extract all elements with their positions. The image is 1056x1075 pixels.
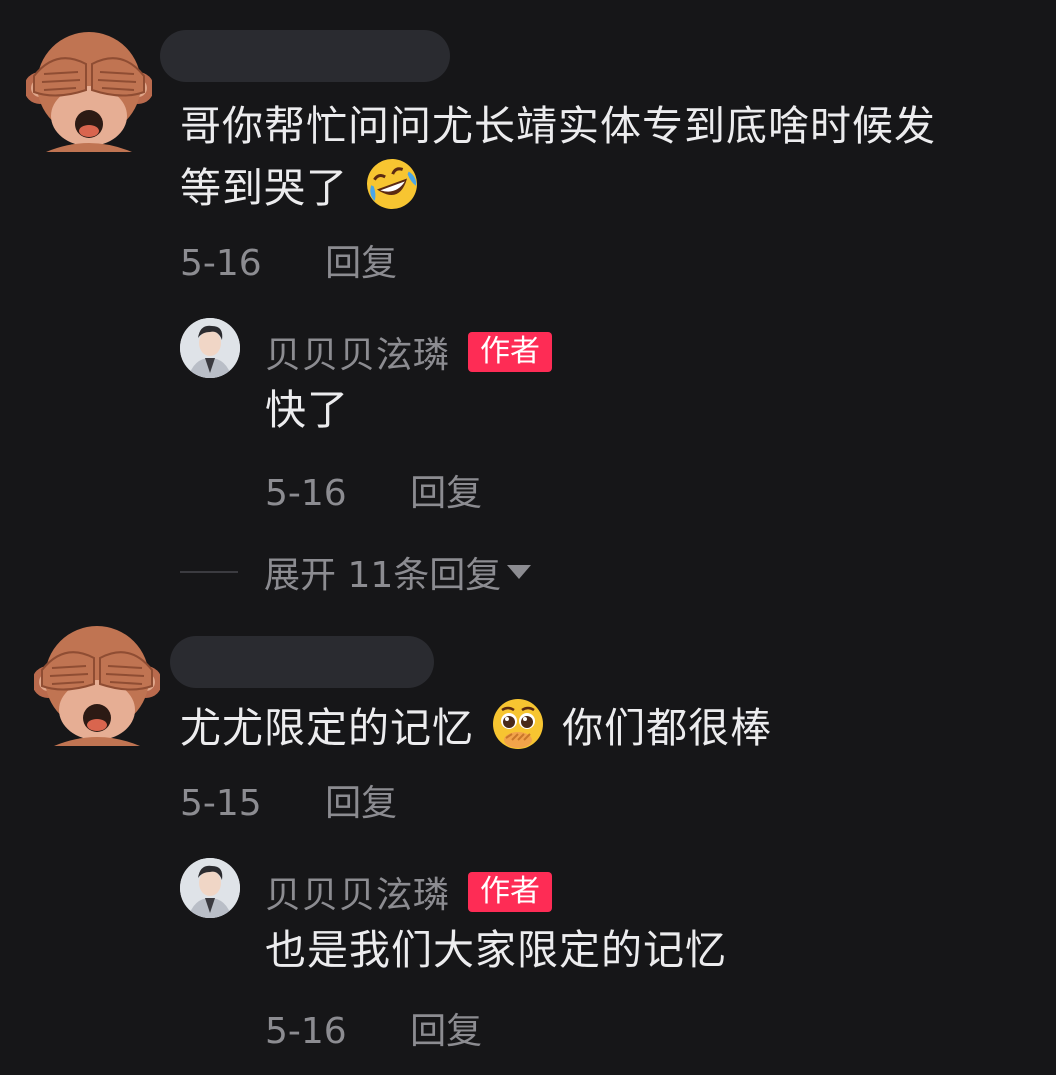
- comment-text-line1: 哥你帮忙问问尤长靖实体专到底啥时候发: [180, 102, 936, 150]
- comment-meta: 5-15 回复: [180, 774, 397, 826]
- author-name[interactable]: 贝贝贝泫璘: [265, 866, 450, 918]
- expand-replies[interactable]: 展开 11条回复: [180, 546, 532, 598]
- author-avatar-image: [180, 858, 240, 918]
- comment-date: 5-16: [180, 243, 262, 284]
- commenter-avatar-icon[interactable]: [31, 620, 163, 747]
- reply-button[interactable]: 回复: [410, 473, 482, 514]
- see-no-evil-monkey-icon: [23, 31, 155, 153]
- author-reply-date: 5-16: [265, 1011, 347, 1052]
- author-reply-meta: 5-16 回复: [265, 1002, 482, 1054]
- reply-button[interactable]: 回复: [325, 783, 397, 824]
- author-avatar[interactable]: [180, 318, 240, 378]
- redacted-username[interactable]: [170, 636, 434, 688]
- comment-meta: 5-16 回复: [180, 234, 397, 286]
- reply-button[interactable]: 回复: [410, 1011, 482, 1052]
- comment-text-line2-row: 等到哭了: [180, 156, 422, 216]
- author-header: 贝贝贝泫璘 作者: [265, 326, 553, 378]
- reply-button[interactable]: 回复: [325, 243, 397, 284]
- author-badge: 作者: [468, 332, 553, 372]
- author-avatar[interactable]: [180, 858, 240, 918]
- see-no-evil-monkey-icon: [31, 625, 163, 747]
- comment-text: 哥你帮忙问问尤长靖实体专到底啥时候发: [180, 98, 936, 154]
- comment-text: 尤尤限定的记忆 你们都很棒: [180, 696, 772, 756]
- rolling-on-floor-laughing-icon: [367, 159, 418, 209]
- author-reply-meta: 5-16 回复: [265, 464, 482, 516]
- author-badge: 作者: [468, 872, 553, 912]
- author-name[interactable]: 贝贝贝泫璘: [265, 326, 450, 378]
- comment-text-after: 你们都很棒: [562, 704, 773, 752]
- author-reply-text: 也是我们大家限定的记忆: [265, 926, 727, 974]
- comment-text-before: 尤尤限定的记忆: [180, 704, 474, 752]
- comment-text-line2: 等到哭了: [180, 164, 348, 212]
- author-reply-date: 5-16: [265, 473, 347, 514]
- divider-line: [180, 571, 238, 573]
- author-header: 贝贝贝泫璘 作者: [265, 866, 553, 918]
- author-reply-text: 快了: [265, 386, 349, 434]
- author-avatar-image: [180, 318, 240, 378]
- comment-date: 5-15: [180, 783, 262, 824]
- commenter-avatar-icon[interactable]: [23, 26, 155, 153]
- redacted-username[interactable]: [160, 30, 450, 82]
- chevron-down-icon[interactable]: [507, 565, 532, 579]
- expand-replies-label[interactable]: 展开 11条回复: [264, 546, 501, 598]
- pleading-face-icon: [493, 699, 544, 749]
